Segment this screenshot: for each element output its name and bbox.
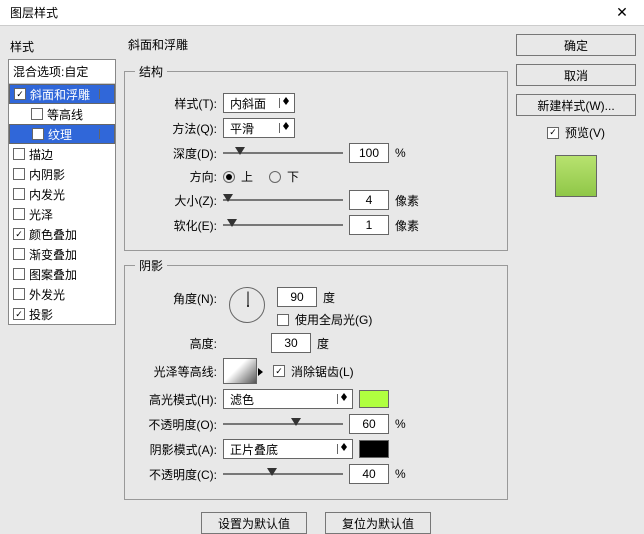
preview-swatch	[555, 155, 597, 197]
style-item-bevel[interactable]: 斜面和浮雕	[9, 84, 115, 104]
depth-slider[interactable]	[223, 145, 343, 161]
style-item-drop-shadow[interactable]: 投影	[9, 304, 115, 324]
style-item-color-overlay[interactable]: 颜色叠加	[9, 224, 115, 244]
angle-input[interactable]: 90	[277, 287, 317, 307]
checkbox-icon[interactable]	[13, 308, 25, 320]
style-item-stroke[interactable]: 描边	[9, 144, 115, 164]
shadow-group: 阴影 角度(N): 90 度 使用全局光(G) 高度: 30 度 光泽等高线:	[124, 257, 508, 500]
direction-up-radio[interactable]	[223, 171, 235, 183]
shadow-mode-label: 阴影模式(A):	[135, 441, 217, 458]
angle-label: 角度(N):	[135, 287, 217, 307]
size-unit: 像素	[395, 192, 419, 209]
altitude-label: 高度:	[135, 335, 217, 352]
gloss-contour-picker[interactable]	[223, 358, 257, 384]
highlight-color-swatch[interactable]	[359, 390, 389, 408]
method-select[interactable]: 平滑	[223, 118, 295, 138]
checkbox-icon[interactable]	[13, 208, 25, 220]
style-item-contour[interactable]: 等高线	[9, 104, 115, 124]
preview-checkbox[interactable]	[547, 127, 559, 139]
cancel-button[interactable]: 取消	[516, 64, 636, 86]
style-item-inner-shadow[interactable]: 内阴影	[9, 164, 115, 184]
checkbox-icon[interactable]	[13, 268, 25, 280]
structure-legend: 结构	[135, 63, 167, 80]
altitude-unit: 度	[317, 335, 329, 352]
style-item-satin[interactable]: 光泽	[9, 204, 115, 224]
highlight-mode-label: 高光模式(H):	[135, 391, 217, 408]
depth-unit: %	[395, 146, 406, 160]
soften-label: 软化(E):	[135, 217, 217, 234]
highlight-mode-select[interactable]: 滤色	[223, 389, 353, 409]
style-item-outer-glow[interactable]: 外发光	[9, 284, 115, 304]
styles-list: 混合选项:自定 斜面和浮雕 等高线 纹理 描边 内阴影 内发光 光泽 颜色叠加 …	[8, 59, 116, 325]
reset-default-button[interactable]: 复位为默认值	[325, 512, 431, 534]
checkbox-icon[interactable]	[13, 148, 25, 160]
checkbox-icon[interactable]	[13, 248, 25, 260]
structure-group: 结构 样式(T): 内斜面 方法(Q): 平滑 深度(D): 100 % 方向:…	[124, 63, 508, 251]
method-label: 方法(Q):	[135, 120, 217, 137]
panel-title: 斜面和浮雕	[124, 34, 508, 57]
close-icon[interactable]: ✕	[600, 0, 644, 26]
shadow-opacity-input[interactable]: 40	[349, 464, 389, 484]
settings-panel: 斜面和浮雕 结构 样式(T): 内斜面 方法(Q): 平滑 深度(D): 100…	[124, 34, 508, 510]
right-column: 确定 取消 新建样式(W)... 预览(V)	[516, 34, 636, 510]
checkbox-icon[interactable]	[14, 88, 26, 100]
new-style-button[interactable]: 新建样式(W)...	[516, 94, 636, 116]
style-item-pattern-overlay[interactable]: 图案叠加	[9, 264, 115, 284]
global-light-label: 使用全局光(G)	[295, 311, 372, 328]
depth-label: 深度(D):	[135, 145, 217, 162]
checkbox-icon[interactable]	[32, 128, 44, 140]
antialias-label: 消除锯齿(L)	[291, 363, 354, 380]
antialias-checkbox[interactable]	[273, 365, 285, 377]
direction-down-radio[interactable]	[269, 171, 281, 183]
soften-unit: 像素	[395, 217, 419, 234]
highlight-opacity-label: 不透明度(O):	[135, 416, 217, 433]
depth-input[interactable]: 100	[349, 143, 389, 163]
angle-unit: 度	[323, 289, 335, 306]
styles-sidebar: 样式 混合选项:自定 斜面和浮雕 等高线 纹理 描边 内阴影 内发光 光泽 颜色…	[8, 34, 116, 510]
shadow-legend: 阴影	[135, 257, 167, 274]
checkbox-icon[interactable]	[31, 108, 43, 120]
checkbox-icon[interactable]	[13, 168, 25, 180]
size-input[interactable]: 4	[349, 190, 389, 210]
shadow-opacity-slider[interactable]	[223, 466, 343, 482]
angle-control[interactable]	[229, 287, 265, 323]
direction-label: 方向:	[135, 168, 217, 185]
soften-slider[interactable]	[223, 217, 343, 233]
shadow-color-swatch[interactable]	[359, 440, 389, 458]
style-item-gradient-overlay[interactable]: 渐变叠加	[9, 244, 115, 264]
window-title: 图层样式	[0, 4, 58, 21]
highlight-opacity-slider[interactable]	[223, 416, 343, 432]
gloss-label: 光泽等高线:	[135, 363, 217, 380]
style-label: 样式(T):	[135, 95, 217, 112]
set-default-button[interactable]: 设置为默认值	[201, 512, 307, 534]
shadow-opacity-label: 不透明度(C):	[135, 466, 217, 483]
preview-label: 预览(V)	[565, 124, 605, 141]
checkbox-icon[interactable]	[13, 188, 25, 200]
checkbox-icon[interactable]	[13, 288, 25, 300]
size-label: 大小(Z):	[135, 192, 217, 209]
blend-options[interactable]: 混合选项:自定	[9, 60, 115, 84]
style-item-texture[interactable]: 纹理	[9, 124, 115, 144]
global-light-checkbox[interactable]	[277, 314, 289, 326]
size-slider[interactable]	[223, 192, 343, 208]
style-item-inner-glow[interactable]: 内发光	[9, 184, 115, 204]
soften-input[interactable]: 1	[349, 215, 389, 235]
titlebar: 图层样式 ✕	[0, 0, 644, 26]
checkbox-icon[interactable]	[13, 228, 25, 240]
sidebar-header: 样式	[8, 34, 116, 59]
highlight-opacity-input[interactable]: 60	[349, 414, 389, 434]
ok-button[interactable]: 确定	[516, 34, 636, 56]
style-select[interactable]: 内斜面	[223, 93, 295, 113]
shadow-mode-select[interactable]: 正片叠底	[223, 439, 353, 459]
altitude-input[interactable]: 30	[271, 333, 311, 353]
